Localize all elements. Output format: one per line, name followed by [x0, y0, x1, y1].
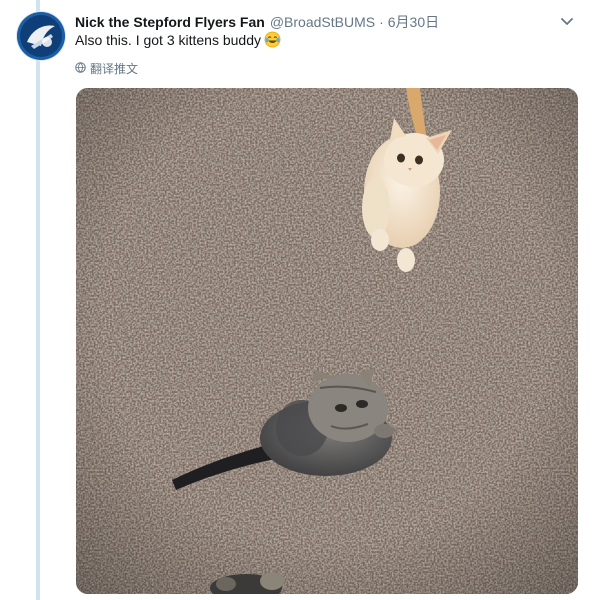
author-handle[interactable]: @BroadStBUMS — [270, 14, 375, 30]
tweet-text: Also this. I got 3 kittens buddy — [75, 31, 281, 52]
tweet-date[interactable]: 6月30日 — [388, 12, 439, 32]
tweet-header: Nick the Stepford Flyers Fan @BroadStBUM… — [75, 12, 559, 32]
face-with-tears-of-joy-icon — [264, 31, 281, 52]
tweet-photo[interactable] — [76, 88, 578, 594]
author-name[interactable]: Nick the Stepford Flyers Fan — [75, 14, 265, 30]
kittens-photo — [76, 88, 578, 594]
avatar[interactable] — [17, 12, 65, 60]
avatar-logo-icon — [17, 12, 65, 60]
tweet-text-body: Also this. I got 3 kittens buddy — [75, 32, 261, 48]
chevron-down-icon[interactable] — [559, 14, 575, 30]
separator-dot: · — [379, 14, 384, 30]
translate-tweet-link[interactable]: 翻译推文 — [75, 60, 138, 77]
globe-icon — [75, 61, 86, 76]
translate-label: 翻译推文 — [90, 62, 139, 76]
thread-line — [36, 0, 40, 600]
